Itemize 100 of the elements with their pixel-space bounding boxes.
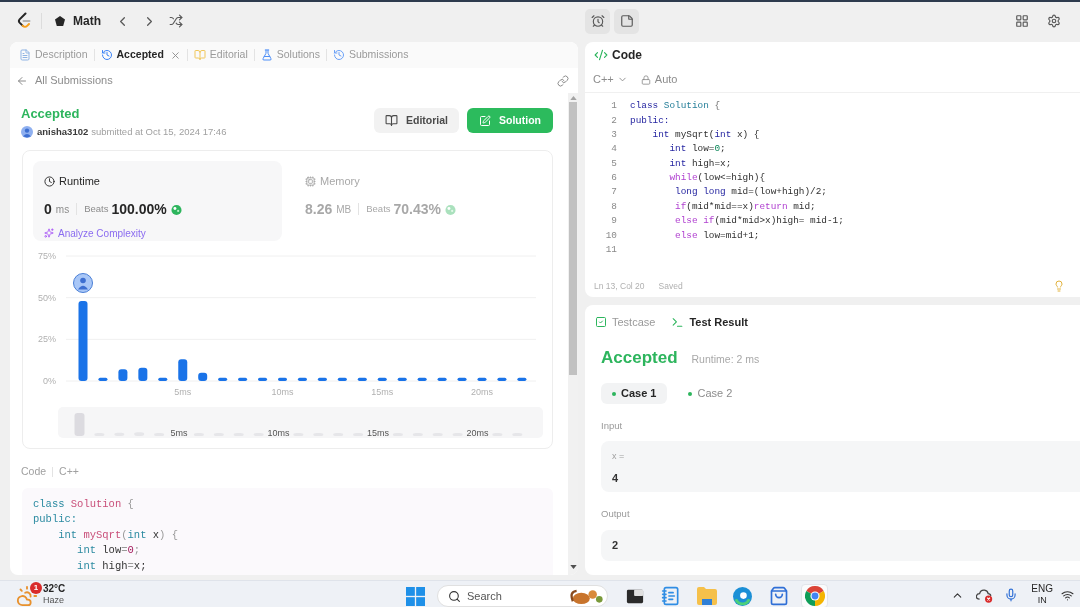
line-number: 10	[604, 228, 617, 243]
cursor-position: Ln 13, Col 20	[594, 279, 645, 293]
verdict: Accepted	[601, 347, 678, 369]
cartoon-drawing	[570, 587, 604, 605]
metric-card[interactable]: Runtime 0 ms Beats 100.00% Analyze Complexity	[33, 161, 282, 241]
history-icon	[100, 49, 113, 61]
chart-bar[interactable]	[178, 359, 188, 381]
range-brush[interactable]: 5ms 10ms 15ms 20ms	[58, 407, 543, 438]
panel-tab[interactable]: Test Result	[671, 313, 748, 331]
notepad-icon	[660, 586, 681, 606]
language-label: C++	[59, 464, 79, 479]
metric-label: Runtime	[59, 174, 100, 189]
editorial-button[interactable]: Editorial	[374, 108, 459, 133]
search-button[interactable]: Search	[437, 585, 608, 607]
chart-bar[interactable]	[357, 377, 367, 381]
chart-bar[interactable]	[158, 377, 168, 381]
notes-button[interactable]	[614, 8, 639, 34]
shopping-bag-icon	[768, 586, 789, 606]
overview-bar	[74, 413, 85, 436]
link-icon[interactable]	[557, 74, 569, 87]
back-link[interactable]: All Submissions	[16, 72, 113, 89]
chart-bar[interactable]	[517, 377, 527, 381]
code-line: else low=mid+1;	[674, 228, 760, 243]
chart-bar[interactable]	[258, 377, 268, 381]
chart-bar[interactable]	[138, 367, 148, 381]
problem-list-button[interactable]: Math	[55, 12, 101, 30]
sticker-icon	[170, 203, 182, 215]
variable-value: 4	[612, 470, 619, 486]
notification-count: 1	[30, 582, 42, 594]
code-line: int mySqrt(int x) {	[57, 528, 178, 541]
axis-label: 50%	[38, 292, 56, 303]
code-line: public:	[630, 113, 670, 128]
output-label: Output	[601, 507, 630, 522]
chart-bar[interactable]	[417, 377, 427, 381]
axis-label: 25%	[38, 334, 56, 345]
history-icon	[332, 49, 345, 61]
chart-bar[interactable]	[437, 377, 447, 381]
chart-bar[interactable]	[98, 377, 108, 381]
chart-bar[interactable]	[397, 377, 407, 381]
language-region[interactable]: IN	[1037, 595, 1047, 606]
metric-value: 8.26	[305, 199, 333, 219]
checkbox-icon	[595, 316, 607, 328]
lock-icon	[640, 74, 651, 85]
windows-start-icon[interactable]	[406, 587, 425, 606]
axis-label: 15ms	[371, 387, 394, 397]
chart-bar[interactable]	[497, 377, 507, 381]
settings-icon[interactable]	[1047, 14, 1061, 28]
code-line: int low=0;	[76, 544, 141, 557]
scrollbar[interactable]	[568, 93, 578, 575]
code-line: int low=0;	[668, 142, 726, 157]
chart-bar[interactable]	[198, 372, 208, 381]
chart-bar[interactable]	[337, 377, 347, 381]
layout-icon[interactable]	[1015, 14, 1029, 28]
panel-title: Code	[612, 46, 642, 64]
line-number: 8	[610, 199, 617, 214]
beats-label: Beats	[366, 201, 391, 216]
ring-icon	[733, 586, 752, 606]
chart-bar[interactable]	[238, 377, 248, 381]
book-icon	[385, 114, 398, 127]
metric-unit: MB	[336, 202, 352, 217]
timer-button[interactable]	[585, 8, 610, 34]
case-tab[interactable]: Case 1	[601, 383, 668, 404]
chart-bar[interactable]	[218, 377, 228, 381]
axis-label: 20ms	[466, 428, 489, 438]
chart-bar[interactable]	[377, 377, 387, 381]
scroll-down-icon[interactable]	[569, 565, 577, 569]
axis-label: 10ms	[271, 387, 294, 397]
folder-icon	[696, 587, 717, 605]
axis-label: 15ms	[367, 428, 389, 438]
code-line: int high=x;	[668, 156, 732, 171]
shuffle-icon[interactable]	[169, 14, 183, 28]
line-number: 3	[610, 127, 617, 142]
submission-status: Accepted	[21, 106, 80, 122]
weather-condition: Haze	[43, 595, 64, 606]
panel-tab[interactable]: Accepted	[97, 44, 184, 66]
chart-bar[interactable]	[278, 377, 287, 381]
beats-percent: 70.43%	[393, 199, 442, 219]
microphone-icon[interactable]	[1004, 588, 1019, 602]
cloud-error-icon[interactable]	[976, 588, 995, 603]
chart-bar[interactable]	[477, 377, 487, 381]
wifi-icon[interactable]	[1061, 589, 1074, 602]
chart-bar[interactable]	[118, 369, 128, 381]
close-icon[interactable]	[169, 49, 181, 61]
alarm-clock-icon	[590, 14, 605, 28]
chart-bar[interactable]	[317, 377, 327, 381]
chart-bar[interactable]	[297, 377, 307, 381]
chart-bar[interactable]	[457, 377, 467, 381]
scrollbar-thumb[interactable]	[569, 102, 577, 375]
note-icon	[619, 14, 634, 28]
code-line: class Solution {	[630, 99, 721, 114]
username[interactable]: anisha3102	[37, 126, 89, 138]
user-avatar-icon	[73, 273, 93, 293]
language-code[interactable]: ENG	[1031, 583, 1053, 595]
weather-icon[interactable]	[16, 585, 38, 607]
analyze-complexity-link[interactable]: Analyze Complexity	[44, 225, 146, 241]
case-tab[interactable]: Case 2	[677, 383, 744, 404]
pentagon-icon	[55, 16, 65, 26]
logo-icon[interactable]	[17, 12, 31, 30]
clock-icon	[44, 175, 55, 187]
output-value: 2	[612, 537, 619, 553]
